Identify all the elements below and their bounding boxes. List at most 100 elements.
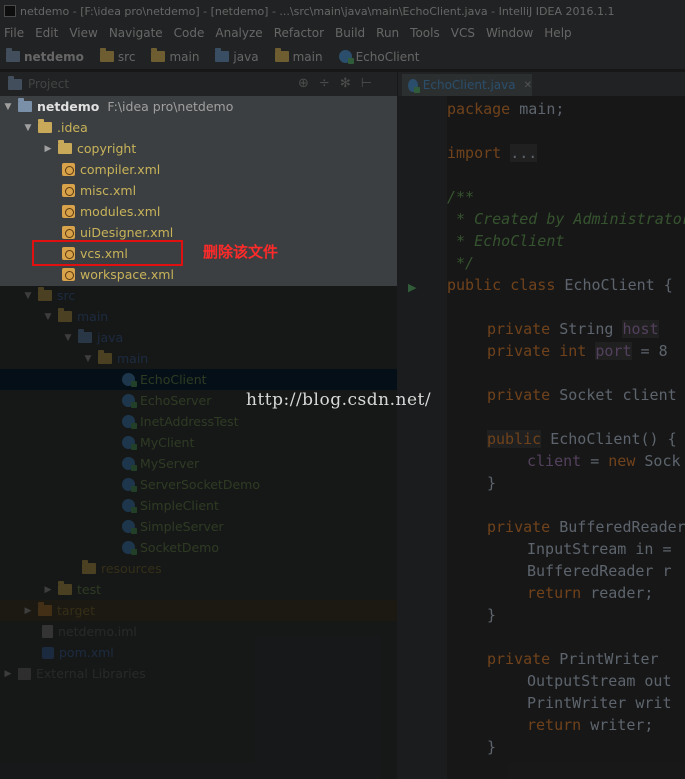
breadcrumb-main-package[interactable]: main [274, 48, 323, 64]
sync-icon[interactable]: ⊕ [298, 76, 309, 91]
folder-icon [58, 308, 72, 322]
tree-node-myserver[interactable]: MyServer [0, 453, 397, 474]
hide-icon[interactable]: ⊢ [361, 76, 372, 91]
class-icon [122, 499, 137, 513]
xml-file-icon [62, 268, 75, 281]
tree-node-test[interactable]: ▶ test [0, 579, 397, 600]
menu-build[interactable]: Build [335, 26, 365, 40]
menu-vcs[interactable]: VCS [451, 26, 475, 40]
expand-arrow-icon[interactable]: ▼ [22, 123, 34, 133]
code-line-comment: * EchoClient [447, 232, 565, 250]
code-line-method-writer: private PrintWriter [487, 650, 659, 668]
menu-edit[interactable]: Edit [35, 26, 58, 40]
menu-refactor[interactable]: Refactor [274, 26, 324, 40]
watermark: http://blog.csdn.net/ [246, 390, 432, 410]
menu-bar: File Edit View Navigate Code Analyze Ref… [0, 22, 685, 44]
run-gutter-icon[interactable]: ▶ [408, 281, 416, 294]
tree-node-netdemo-iml[interactable]: netdemo.iml [0, 621, 397, 642]
breadcrumb-main[interactable]: main [151, 48, 199, 64]
tree-node-pom-xml[interactable]: pom.xml [0, 642, 397, 663]
tree-node-main[interactable]: ▼ main [0, 306, 397, 327]
menu-file[interactable]: File [4, 26, 24, 40]
menu-navigate[interactable]: Navigate [109, 26, 163, 40]
tree-node-resources[interactable]: resources [0, 558, 397, 579]
tree-node-idea[interactable]: ▼ .idea [0, 117, 397, 138]
project-tree: ▼ netdemo F:\idea pro\netdemo ▼ .idea ▶ … [0, 96, 397, 779]
tree-node-myclient[interactable]: MyClient [0, 432, 397, 453]
breadcrumb-src[interactable]: src [99, 48, 135, 64]
collapse-arrow-icon[interactable]: ▶ [2, 669, 14, 679]
menu-code[interactable]: Code [174, 26, 205, 40]
breadcrumb-netdemo[interactable]: netdemo [6, 48, 84, 64]
resources-folder-icon [82, 560, 96, 574]
tree-node-serversocketdemo[interactable]: ServerSocketDemo [0, 474, 397, 495]
class-icon [122, 373, 137, 387]
expand-arrow-icon[interactable]: ▼ [2, 102, 14, 112]
xml-file-icon [62, 226, 75, 239]
tree-node-target[interactable]: ▶ target [0, 600, 397, 621]
tree-node-netdemo[interactable]: ▼ netdemo F:\idea pro\netdemo [0, 96, 397, 117]
class-icon [122, 394, 137, 408]
iml-file-icon [42, 625, 53, 638]
class-icon [122, 457, 137, 471]
collapse-icon[interactable]: ÷ [319, 76, 330, 91]
tree-node-copyright[interactable]: ▶ copyright [0, 138, 397, 159]
project-panel-header: Project ⊕ ÷ ✻ ⊢ [0, 72, 397, 96]
library-icon [18, 667, 31, 680]
folder-icon [99, 48, 114, 62]
class-icon [122, 478, 137, 492]
window-title: netdemo - [F:\idea pro\netdemo] - [netde… [20, 4, 615, 18]
code-line-comment: /** [447, 188, 475, 206]
menu-help[interactable]: Help [544, 26, 571, 40]
title-bar: netdemo - [F:\idea pro\netdemo] - [netde… [0, 0, 685, 22]
tree-node-modules-xml[interactable]: modules.xml [0, 201, 397, 222]
menu-window[interactable]: Window [486, 26, 533, 40]
xml-file-icon [62, 184, 75, 197]
code-editor[interactable]: package main; import ... /** * Created b… [447, 96, 685, 779]
tree-node-java[interactable]: ▼ java [0, 327, 397, 348]
maven-file-icon [42, 646, 54, 659]
module-folder-icon [18, 98, 32, 112]
breadcrumb-echoclient[interactable]: EchoClient [338, 50, 419, 64]
tree-node-compiler-xml[interactable]: compiler.xml [0, 159, 397, 180]
tree-node-package-main[interactable]: ▼ main [0, 348, 397, 369]
close-icon[interactable]: ✕ [524, 80, 532, 91]
project-toolbar: ⊕ ÷ ✻ ⊢ [298, 76, 382, 91]
menu-view[interactable]: View [69, 26, 97, 40]
tab-echoclient-java[interactable]: EchoClient.java ✕ [402, 74, 532, 96]
collapse-arrow-icon[interactable]: ▶ [42, 144, 54, 154]
breadcrumb: netdemo src main java main EchoClient [0, 44, 685, 70]
project-view-selector[interactable]: Project [8, 75, 69, 91]
code-line-constructor: public EchoClient() { [487, 430, 677, 448]
tree-node-echoclient[interactable]: EchoClient [0, 369, 397, 390]
tree-node-workspace-xml[interactable]: workspace.xml [0, 264, 397, 285]
tree-node-simpleclient[interactable]: SimpleClient [0, 495, 397, 516]
menu-tools[interactable]: Tools [410, 26, 440, 40]
class-icon [122, 520, 137, 534]
code-line-import: import ... [447, 144, 538, 162]
expand-arrow-icon[interactable]: ▼ [42, 312, 54, 322]
expand-arrow-icon[interactable]: ▼ [22, 291, 34, 301]
expand-arrow-icon[interactable]: ▼ [82, 354, 94, 364]
code-line-return-writer: return writer; [527, 716, 654, 734]
delete-file-annotation: 删除该文件 [203, 243, 279, 261]
tree-node-external-libraries[interactable]: ▶ External Libraries [0, 663, 397, 684]
expand-arrow-icon[interactable]: ▼ [62, 333, 74, 343]
tree-node-socketdemo[interactable]: SocketDemo [0, 537, 397, 558]
menu-analyze[interactable]: Analyze [215, 26, 262, 40]
tree-node-simpleserver[interactable]: SimpleServer [0, 516, 397, 537]
highlight-box [32, 240, 183, 266]
collapse-arrow-icon[interactable]: ▶ [42, 585, 54, 595]
code-line-class-decl: public class EchoClient { [447, 276, 673, 294]
tree-node-src[interactable]: ▼ src [0, 285, 397, 306]
intellij-icon [4, 5, 16, 17]
menu-run[interactable]: Run [376, 26, 399, 40]
collapse-arrow-icon[interactable]: ▶ [22, 606, 34, 616]
code-line-package: package main; [447, 100, 565, 118]
tree-node-inetaddresstest[interactable]: InetAddressTest [0, 411, 397, 432]
breadcrumb-java[interactable]: java [215, 48, 259, 64]
settings-icon[interactable]: ✻ [340, 76, 351, 91]
package-icon [274, 48, 289, 62]
tree-node-misc-xml[interactable]: misc.xml [0, 180, 397, 201]
code-line-field-client: private Socket client [487, 386, 677, 404]
